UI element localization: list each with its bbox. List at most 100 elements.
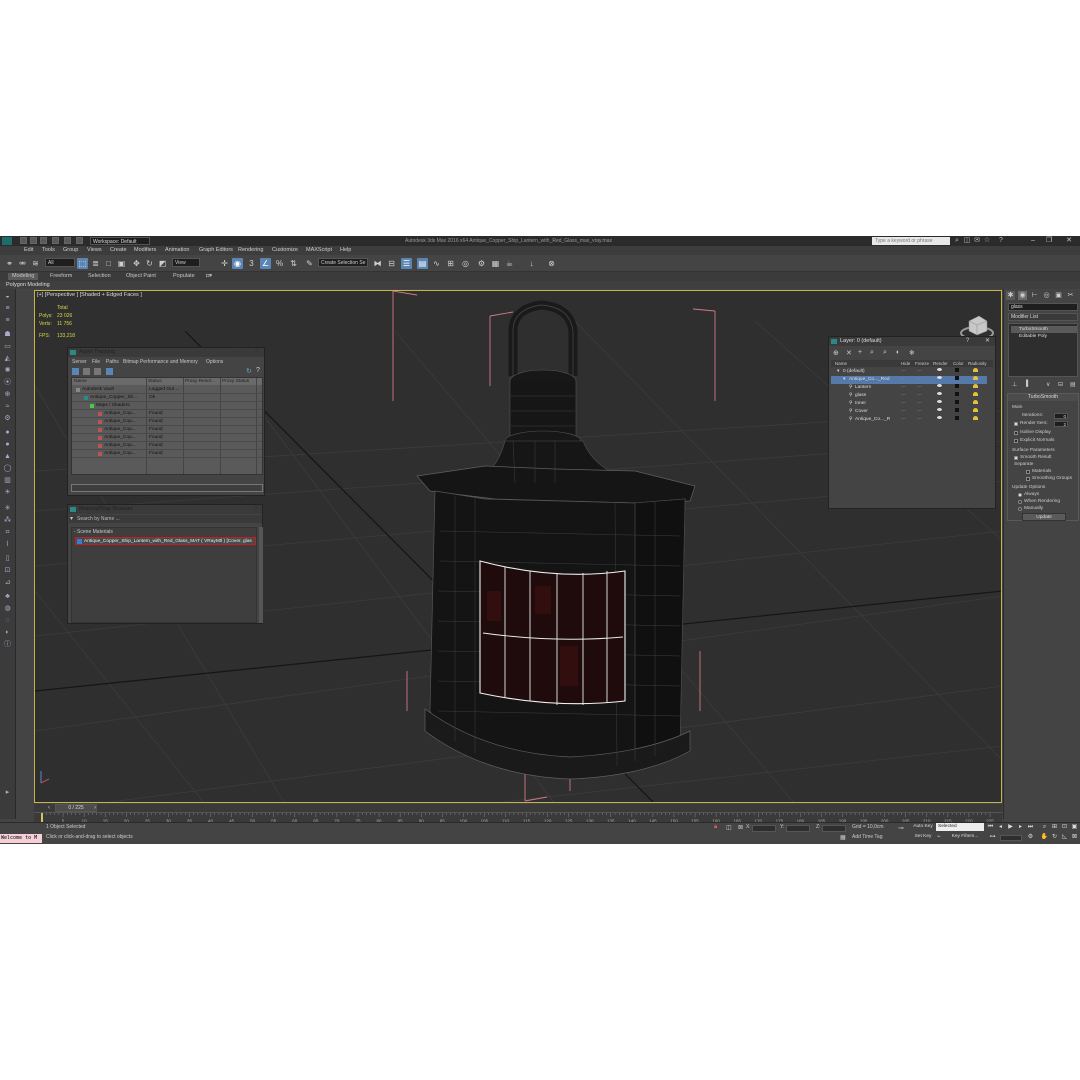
menu-file[interactable]: File: [92, 358, 100, 366]
save-file-icon[interactable]: [40, 237, 47, 244]
play-icon[interactable]: ▸: [3, 789, 12, 797]
render-eye-icon[interactable]: [937, 408, 942, 411]
app-logo-icon[interactable]: [2, 237, 12, 245]
prev-frame-icon[interactable]: ‹: [48, 804, 50, 812]
render-eye-icon[interactable]: [937, 400, 942, 403]
menu-paths[interactable]: Paths: [106, 358, 119, 366]
maxscript-listener[interactable]: Welcome to M: [0, 834, 42, 843]
tab-freeform[interactable]: Freeform: [50, 273, 72, 280]
col-color[interactable]: Color: [953, 360, 964, 367]
subscription-icon[interactable]: ◫: [963, 237, 971, 245]
render-eye-icon[interactable]: [937, 392, 942, 395]
col-hide[interactable]: Hide: [901, 360, 910, 367]
radiosity-lamp-icon[interactable]: [973, 368, 978, 372]
communication-icon[interactable]: ✉: [973, 237, 981, 245]
patch-icon[interactable]: ⌗: [3, 529, 12, 537]
menu-edit[interactable]: Edit: [24, 247, 33, 254]
link-icon[interactable]: ⚭: [4, 258, 15, 269]
menu-rendering[interactable]: Rendering: [238, 247, 263, 254]
color-swatch[interactable]: [955, 376, 959, 380]
object-name-field[interactable]: glass: [1008, 303, 1078, 311]
rect-selection-icon[interactable]: □: [103, 258, 114, 269]
layer-row[interactable]: ⚲ Lantern — —: [831, 384, 987, 392]
pivot-icon[interactable]: ◉: [232, 258, 243, 269]
layer-row[interactable]: ▾ 0 (default) — —: [831, 368, 987, 376]
stack-item-editable-poly[interactable]: Editable Poly: [1011, 333, 1077, 340]
col-render[interactable]: Render: [933, 360, 948, 367]
modify-tab-icon[interactable]: ◉: [1018, 291, 1027, 300]
options-arrow-icon[interactable]: ▾: [70, 515, 73, 523]
menu-maxscript[interactable]: MAXScript: [306, 247, 332, 254]
freeze-toggle[interactable]: —: [917, 408, 922, 416]
key-icon[interactable]: ⊸: [898, 824, 904, 832]
orbit-icon[interactable]: ↻: [1050, 833, 1059, 841]
sphere-icon[interactable]: ●: [3, 429, 12, 437]
remove-modifier-icon[interactable]: ⊟: [1058, 381, 1063, 388]
asset-row[interactable]: Autodesk Vault Logged Out ...: [72, 386, 262, 394]
menu-tools[interactable]: Tools: [42, 247, 55, 254]
layer-row[interactable]: ▾ Antique_Co..._Red — —: [831, 376, 987, 384]
color-swatch[interactable]: [955, 392, 959, 396]
undo-icon[interactable]: [52, 237, 59, 244]
x-coordinate-field[interactable]: [752, 825, 776, 832]
align-icon[interactable]: ⊟: [386, 258, 397, 269]
color-swatch[interactable]: [955, 368, 959, 372]
expand-icon[interactable]: ▾: [843, 376, 845, 384]
update-button[interactable]: Update: [1022, 513, 1066, 521]
materials-checkbox[interactable]: [1026, 470, 1030, 474]
key-mode-toggle-icon[interactable]: ⊶: [988, 833, 997, 841]
add-time-tag[interactable]: Add Time Tag: [852, 833, 882, 842]
unlink-icon[interactable]: ⚮: [17, 258, 28, 269]
hide-toggle[interactable]: —: [901, 416, 906, 424]
hide-toggle[interactable]: —: [901, 368, 906, 376]
project-folder-icon[interactable]: [76, 237, 83, 244]
ribbon-options-icon[interactable]: ◘▾: [206, 273, 212, 280]
new-file-icon[interactable]: [20, 237, 27, 244]
object-icon[interactable]: ⚲: [849, 416, 853, 424]
menu-customize[interactable]: Customize: [272, 247, 298, 254]
asset-row[interactable]: Maps / Shaders: [72, 402, 262, 410]
hide-toggle[interactable]: —: [901, 376, 906, 384]
go-to-end-icon[interactable]: ⏭︎: [1026, 823, 1035, 831]
hide-toggle[interactable]: —: [901, 384, 906, 392]
percent-snap-icon[interactable]: %: [274, 258, 285, 269]
next-frame-icon[interactable]: ›: [94, 804, 96, 812]
help-icon[interactable]: ?: [963, 337, 972, 346]
move-icon[interactable]: ✥: [131, 258, 142, 269]
absolute-mode-icon[interactable]: ⊠: [738, 824, 743, 831]
teapot-icon[interactable]: ☗: [3, 331, 12, 339]
material-search-field[interactable]: ▾ Search by Name ...: [69, 515, 262, 523]
freeze-toggle[interactable]: —: [917, 376, 922, 384]
key-mode-select[interactable]: Selected: [936, 823, 984, 831]
when-rendering-radio[interactable]: [1018, 500, 1022, 504]
color-swatch[interactable]: [955, 384, 959, 388]
menu-animation[interactable]: Animation: [165, 247, 189, 254]
smoothing-groups-checkbox[interactable]: [1026, 477, 1030, 481]
asset-tracking-window[interactable]: Asset Tracking – ▫ ✕ Server File Paths B…: [67, 347, 265, 496]
window-minimize-button[interactable]: –: [230, 348, 239, 357]
zoom-extents-icon[interactable]: ⊡: [1060, 823, 1069, 831]
col-proxy-resolution[interactable]: Proxy Resol...: [185, 378, 215, 385]
play-icon[interactable]: ▶: [1006, 823, 1015, 831]
radiosity-lamp-icon[interactable]: [973, 392, 978, 396]
tab-modeling[interactable]: Modeling: [8, 273, 39, 280]
tree-view-icon[interactable]: [94, 368, 101, 375]
col-radiosity[interactable]: Radiosity: [968, 360, 987, 367]
asset-row[interactable]: Antique_Cop... Found: [72, 418, 262, 426]
window-icon[interactable]: ⊡: [3, 567, 12, 575]
track-bar[interactable]: 0510152025303540455055606570758085909510…: [34, 812, 1002, 823]
menu-graph-editors[interactable]: Graph Editors: [199, 247, 233, 254]
layer-row[interactable]: ⚲ Cover — —: [831, 408, 987, 416]
menu-options[interactable]: Options: [206, 358, 223, 366]
mirror-icon[interactable]: ⧓: [372, 258, 383, 269]
table-view-icon[interactable]: [106, 368, 113, 375]
radiosity-lamp-icon[interactable]: [973, 384, 978, 388]
nurbs-icon[interactable]: ⌇: [3, 541, 12, 549]
time-config-icon[interactable]: ⚙: [1026, 833, 1035, 841]
render-iters-spinner[interactable]: 2: [1054, 421, 1068, 427]
grid-view-icon[interactable]: [83, 368, 90, 375]
menu-views[interactable]: Views: [87, 247, 102, 254]
window-close-button[interactable]: ✕: [252, 348, 261, 357]
hide-all-icon[interactable]: ◐: [896, 349, 900, 356]
compound-icon[interactable]: ✳: [3, 505, 12, 513]
